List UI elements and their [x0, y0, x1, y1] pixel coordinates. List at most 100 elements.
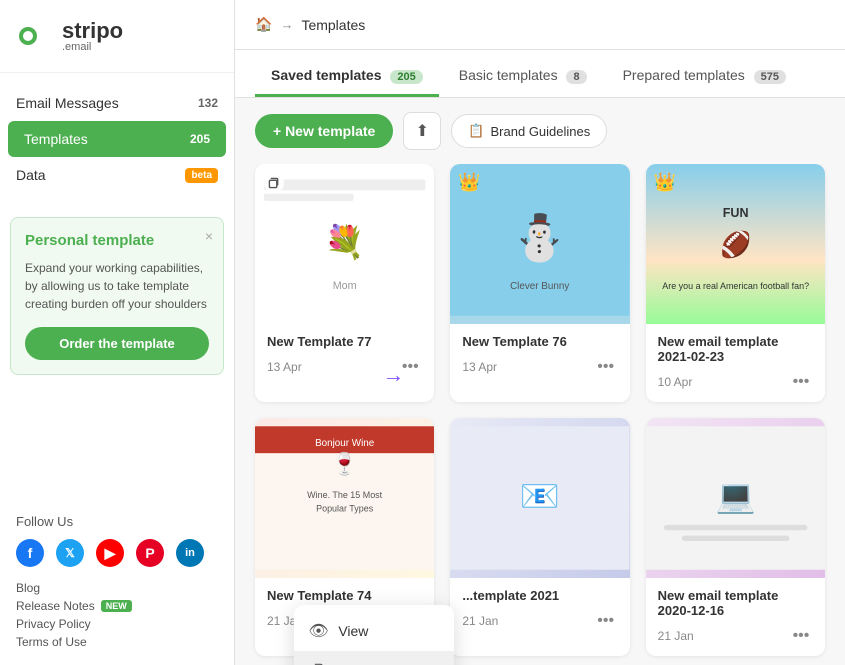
card-date: 13 Apr — [462, 360, 497, 374]
context-menu: 👁 View Copy — [294, 605, 454, 665]
sidebar-item-label: Data — [16, 167, 46, 183]
twitter-icon[interactable]: 𝕏 — [56, 539, 84, 567]
svg-text:⛄: ⛄ — [512, 212, 568, 265]
tab-basic-templates[interactable]: Basic templates 8 — [443, 57, 603, 97]
card-thumbnail: ⛄ Clever Bunny 👑 — [450, 164, 629, 324]
logo-text: stripo — [62, 20, 123, 42]
template-card[interactable]: 📧 ...template 2021 21 Jan ••• — [450, 418, 629, 656]
breadcrumb-current: Templates — [301, 17, 365, 33]
ctx-view[interactable]: 👁 View — [294, 611, 454, 651]
template-grid: 💐 Mom New Template 77 13 Apr ••• — [235, 164, 845, 665]
sidebar-item-templates[interactable]: Templates 205 — [8, 121, 226, 157]
svg-text:Popular Types: Popular Types — [316, 503, 374, 513]
sidebar-item-data[interactable]: Data beta — [0, 157, 234, 193]
stripo-logo-icon — [16, 16, 56, 56]
tab-basic-label: Basic templates — [459, 67, 558, 83]
blog-link[interactable]: Blog — [16, 581, 218, 595]
ctx-copy[interactable]: Copy — [294, 651, 454, 665]
breadcrumb-separator: → — [280, 17, 293, 32]
card-thumbnail: 💻 — [646, 418, 825, 578]
template-card[interactable]: 💻 New email template 2020-12-16 21 Jan •… — [646, 418, 825, 656]
svg-text:📧: 📧 — [520, 478, 560, 514]
card-meta: 13 Apr ••• — [462, 355, 617, 379]
sidebar-nav: Email Messages 132 Templates 205 Data be… — [0, 73, 234, 205]
svg-text:💐: 💐 — [325, 222, 365, 262]
crown-icon: 👑 — [458, 172, 480, 193]
new-template-button[interactable]: + New template — [255, 114, 393, 148]
breadcrumb-home[interactable]: 🏠 — [255, 16, 272, 33]
thumbnail-svg: 💻 — [646, 418, 825, 578]
template-card[interactable]: Bonjour Wine Wine. The 15 Most Popular T… — [255, 418, 434, 656]
thumbnail-svg: 📧 — [450, 418, 629, 578]
pinterest-icon[interactable]: P — [136, 539, 164, 567]
tabs-bar: Saved templates 205 Basic templates 8 Pr… — [235, 50, 845, 98]
import-icon: ⬆ — [416, 121, 429, 141]
copy-icon-svg — [263, 172, 285, 194]
template-card[interactable]: ⛄ Clever Bunny 👑 New Template 76 13 Apr … — [450, 164, 629, 402]
card-menu-button[interactable]: ••• — [789, 624, 813, 648]
card-date: 10 Apr — [658, 375, 693, 389]
svg-text:Wine. The 15 Most: Wine. The 15 Most — [307, 490, 382, 500]
crown-icon: 👑 — [654, 172, 676, 193]
card-title: New email template 2021-02-23 — [658, 334, 813, 364]
data-badge: beta — [185, 168, 218, 183]
svg-text:Mom: Mom — [333, 280, 357, 292]
tab-saved-label: Saved templates — [271, 67, 382, 83]
ctx-view-label: View — [338, 623, 368, 639]
youtube-icon[interactable]: ▶ — [96, 539, 124, 567]
toolbar: + New template ⬆ 📋 Brand Guidelines — [235, 98, 845, 164]
copy-icon — [308, 661, 328, 665]
import-button[interactable]: ⬆ — [403, 112, 441, 150]
privacy-policy-label: Privacy Policy — [16, 617, 91, 631]
template-card[interactable]: 💐 Mom New Template 77 13 Apr ••• — [255, 164, 434, 402]
card-meta: 10 Apr ••• — [658, 370, 813, 394]
footer-links: Blog Release Notes NEW Privacy Policy Te… — [16, 581, 218, 649]
blog-link-label: Blog — [16, 581, 40, 595]
svg-text:💻: 💻 — [715, 478, 755, 515]
card-thumbnail: FUN 🏈 Are you a real American football f… — [646, 164, 825, 324]
copy-template-icon[interactable] — [263, 172, 285, 194]
personal-template-title: Personal template — [25, 232, 209, 249]
sidebar: stripo .email Email Messages 132 Templat… — [0, 0, 235, 665]
view-icon: 👁 — [308, 621, 328, 641]
card-title: New email template 2020-12-16 — [658, 588, 813, 618]
card-date: 21 Jan — [462, 614, 498, 628]
personal-template-card: Personal template × Expand your working … — [10, 217, 224, 375]
card-title: New Template 77 — [267, 334, 422, 349]
tab-saved-templates[interactable]: Saved templates 205 — [255, 57, 439, 97]
linkedin-icon[interactable]: in — [176, 539, 204, 567]
social-icons: f 𝕏 ▶ P in — [16, 539, 218, 567]
card-menu-button[interactable]: ••• — [594, 609, 618, 633]
logo-subtext: .email — [62, 42, 123, 53]
release-notes-link[interactable]: Release Notes NEW — [16, 599, 218, 613]
card-thumbnail: 📧 — [450, 418, 629, 578]
brand-guidelines-label: Brand Guidelines — [491, 124, 591, 139]
tab-saved-count: 205 — [390, 70, 422, 84]
order-template-button[interactable]: Order the template — [25, 327, 209, 360]
release-notes-label: Release Notes — [16, 599, 95, 613]
card-body: New email template 2021-02-23 10 Apr ••• — [646, 324, 825, 402]
svg-text:Clever Bunny: Clever Bunny — [510, 281, 569, 292]
card-thumbnail: 💐 Mom — [255, 164, 434, 324]
facebook-icon[interactable]: f — [16, 539, 44, 567]
privacy-policy-link[interactable]: Privacy Policy — [16, 617, 218, 631]
sidebar-footer: Follow Us f 𝕏 ▶ P in Blog Release Notes … — [0, 498, 234, 665]
copy-icon-svg — [310, 661, 326, 665]
template-card[interactable]: FUN 🏈 Are you a real American football f… — [646, 164, 825, 402]
card-title: New Template 76 — [462, 334, 617, 349]
card-menu-button[interactable]: ••• — [594, 355, 618, 379]
card-title: ...template 2021 — [462, 588, 617, 603]
card-menu-button[interactable]: ••• — [789, 370, 813, 394]
main-content: 🏠 → Templates Saved templates 205 Basic … — [235, 0, 845, 665]
tab-prepared-templates[interactable]: Prepared templates 575 — [607, 57, 802, 97]
card-body: New Template 77 13 Apr ••• — [255, 324, 434, 387]
personal-template-close-button[interactable]: × — [205, 228, 213, 244]
email-messages-count: 132 — [198, 96, 218, 110]
card-menu-button[interactable]: ••• — [398, 355, 422, 379]
svg-text:🍷: 🍷 — [331, 451, 358, 476]
card-meta: 21 Jan ••• — [658, 624, 813, 648]
terms-of-use-link[interactable]: Terms of Use — [16, 635, 218, 649]
brand-guidelines-button[interactable]: 📋 Brand Guidelines — [451, 114, 607, 148]
topbar: 🏠 → Templates — [235, 0, 845, 50]
sidebar-item-email-messages[interactable]: Email Messages 132 — [0, 85, 234, 121]
